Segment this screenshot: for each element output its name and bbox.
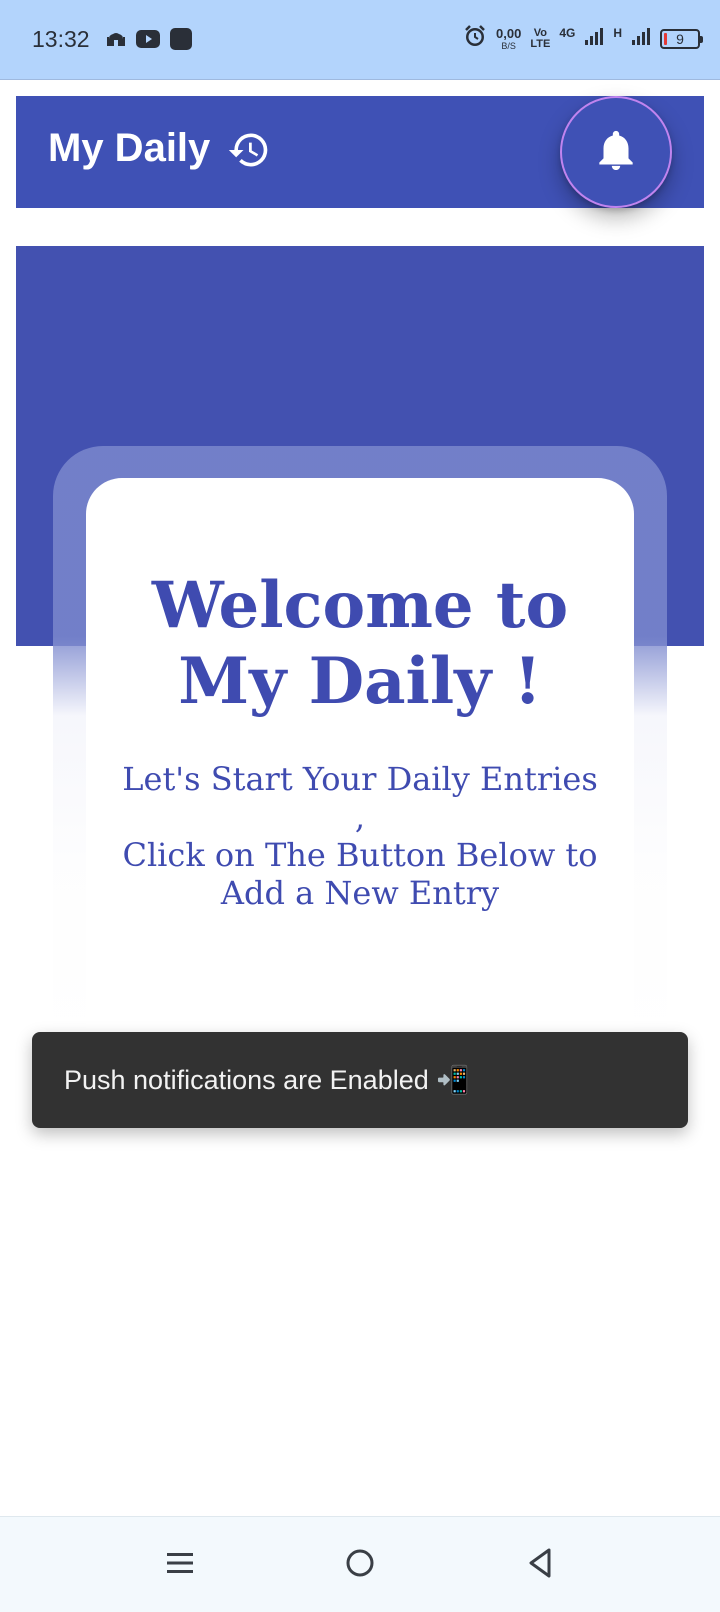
welcome-subtitle: Let's Start Your Daily Entries , Click o… [116, 760, 604, 912]
volte-indicator: Vo LTE [530, 26, 551, 50]
signal-icon [584, 26, 604, 51]
net-speed-value: 0,00 [496, 25, 522, 41]
volte-bottom: LTE [530, 37, 551, 50]
volte-top: Vo [533, 26, 547, 39]
status-system-icons: 0,00 B/S Vo LTE 4G H 9 [463, 24, 703, 53]
notification-bell-button[interactable] [560, 96, 672, 208]
back-button[interactable] [518, 1543, 562, 1587]
menu-icon [165, 1548, 195, 1583]
status-bar: 13:32 0,00 B/S Vo LTE 4G H 9 [0, 0, 720, 80]
home-icon [344, 1547, 376, 1584]
history-button[interactable] [226, 129, 272, 175]
mosque-icon [106, 29, 126, 54]
recents-button[interactable] [158, 1543, 202, 1587]
app-title: My Daily [48, 126, 211, 170]
snackbar: Push notifications are Enabled 📲 [32, 1032, 688, 1128]
back-icon [525, 1547, 555, 1584]
bell-icon [596, 128, 636, 177]
network-h-label: H [613, 26, 622, 40]
welcome-title-line: My Daily ! [178, 644, 542, 719]
welcome-title: Welcome to My Daily ! [86, 568, 634, 720]
home-button[interactable] [338, 1543, 382, 1587]
status-time: 13:32 [32, 26, 90, 52]
welcome-card: Welcome to My Daily ! Let's Start Your D… [86, 478, 634, 1058]
battery-level: 9 [676, 30, 684, 47]
signal-icon [631, 26, 651, 51]
welcome-title-line: Welcome to [151, 568, 569, 643]
welcome-subtitle-line: Add a New Entry [220, 874, 500, 912]
battery-icon: 9 [660, 28, 703, 49]
welcome-subtitle-line: Let's Start Your Daily Entries , [122, 760, 598, 836]
net-speed-unit: B/S [501, 40, 516, 51]
app-icon [170, 28, 192, 55]
system-nav-bar [0, 1516, 720, 1612]
history-icon [227, 128, 271, 177]
youtube-icon [136, 30, 160, 53]
network-4g-label: 4G [559, 26, 576, 40]
welcome-subtitle-line: Click on The Button Below to [122, 836, 598, 874]
alarm-icon [463, 24, 487, 53]
status-notification-icons [106, 28, 192, 55]
net-speed-indicator: 0,00 B/S [496, 27, 521, 51]
snackbar-message: Push notifications are Enabled 📲 [64, 1065, 470, 1095]
